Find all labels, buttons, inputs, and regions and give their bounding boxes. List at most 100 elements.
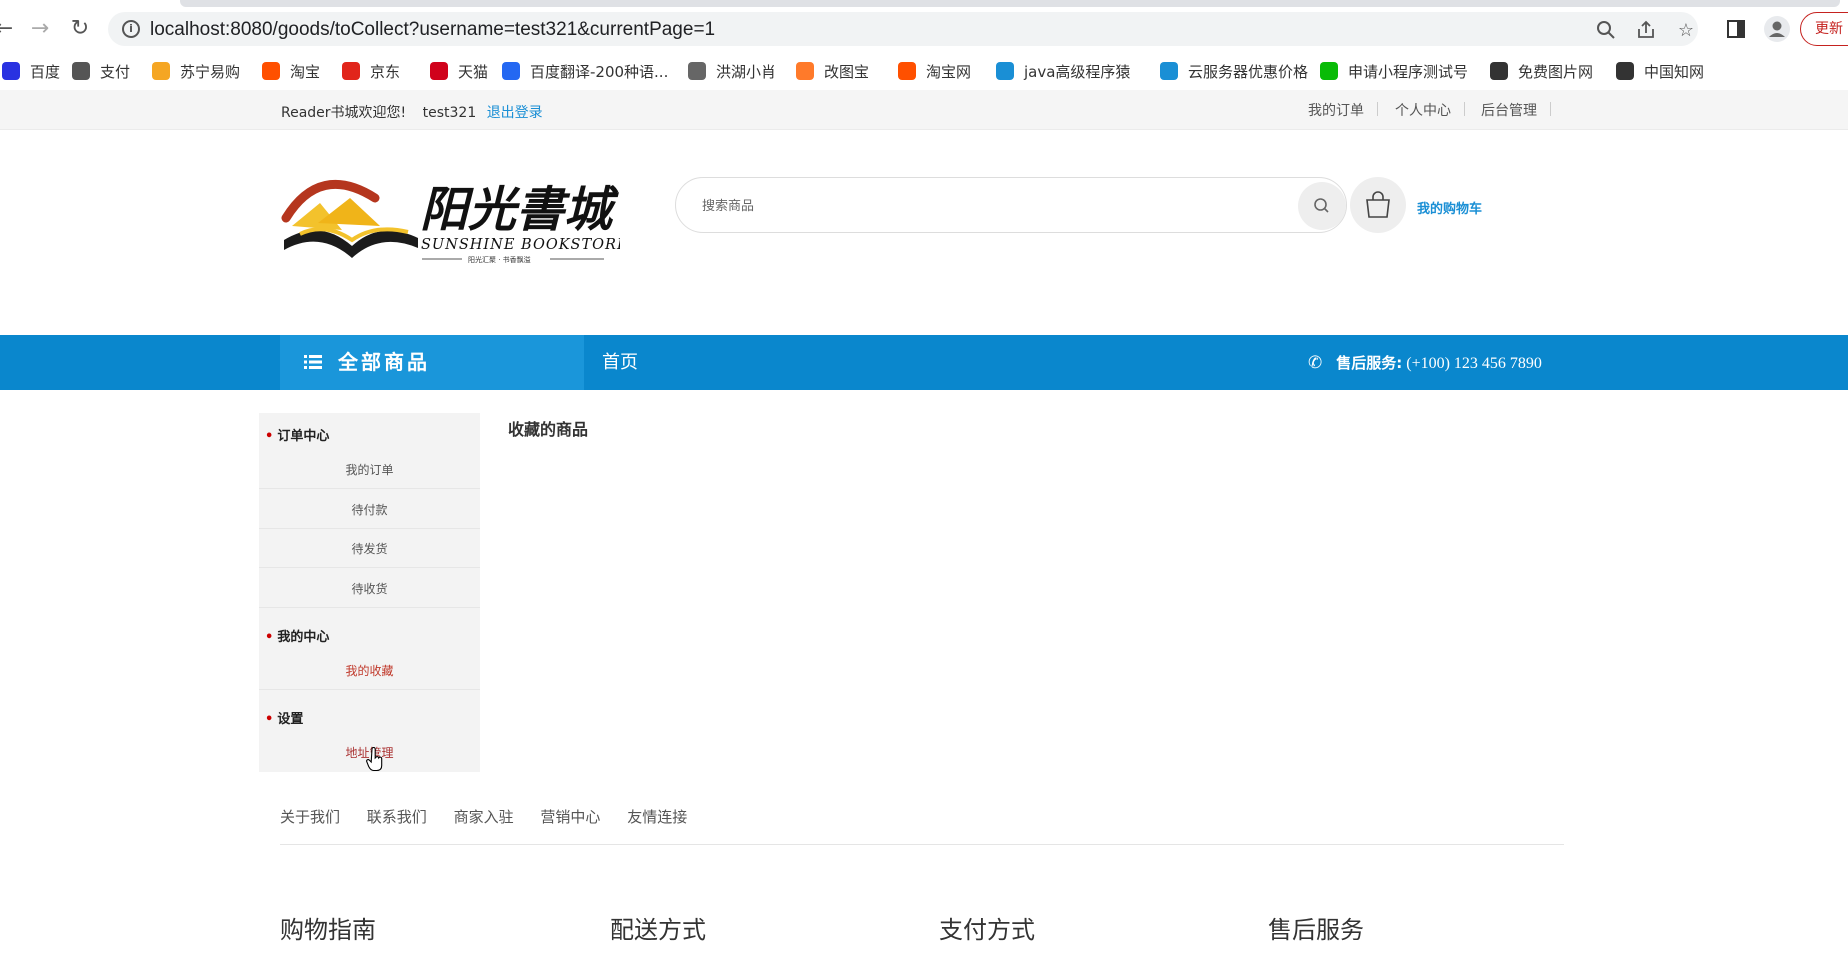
bookmark-item[interactable]: 京东 [342, 60, 400, 84]
bookmark-favicon-icon [898, 62, 916, 80]
bookmark-label: 中国知网 [1644, 63, 1705, 81]
forward-icon[interactable]: → [28, 17, 52, 41]
bookmark-favicon-icon [996, 62, 1014, 80]
home-link[interactable]: 首页 [602, 335, 638, 390]
site-info-icon[interactable]: i [122, 20, 140, 38]
bookmark-favicon-icon [1160, 62, 1178, 80]
search-input[interactable] [702, 195, 1262, 217]
username: test321 [422, 105, 477, 121]
footer-link-friends[interactable]: 友情连接 [627, 808, 687, 826]
bookmark-item[interactable]: 云服务器优惠价格 [1160, 60, 1308, 84]
logout-link[interactable]: 退出登录 [487, 105, 543, 121]
bullet-icon: • [265, 429, 274, 444]
sidebar-item-my-orders[interactable]: 我的订单 [259, 451, 480, 489]
bookmark-item[interactable]: 淘宝 [262, 60, 320, 84]
bookmark-favicon-icon [342, 62, 360, 80]
bookmark-item[interactable]: java高级程序猿 [996, 60, 1130, 84]
bookmark-label: 申请小程序测试号 [1348, 63, 1469, 81]
all-goods-menu[interactable]: 全部商品 [280, 335, 584, 390]
bookmark-favicon-icon [796, 62, 814, 80]
bookmark-label: 淘宝 [290, 63, 321, 81]
sidebar-section-my-center: • 我的中心 [265, 626, 329, 645]
bookmark-star-icon[interactable]: ☆ [1675, 20, 1697, 42]
bookmark-label: 改图宝 [824, 63, 870, 81]
divider [1550, 102, 1551, 116]
footer-link-contact[interactable]: 联系我们 [367, 808, 427, 826]
service-phone: (+100) 123 456 7890 [1406, 355, 1542, 372]
footer-heading-payment: 支付方式 [939, 916, 1035, 944]
bookmark-favicon-icon [2, 62, 20, 80]
shopping-bag-icon [1366, 191, 1390, 218]
cart-link[interactable]: 我的购物车 [1417, 198, 1482, 217]
bookmark-label: 洪湖小肖 [716, 63, 777, 81]
share-icon[interactable] [1635, 20, 1657, 42]
my-orders-link[interactable]: 我的订单 [1308, 100, 1364, 120]
cart-button[interactable] [1350, 177, 1406, 233]
bookmark-favicon-icon [502, 62, 520, 80]
bookmark-label: 京东 [370, 63, 401, 81]
bookmark-favicon-icon [430, 62, 448, 80]
bookmark-item[interactable]: 天猫 [430, 60, 488, 84]
divider [1464, 102, 1465, 116]
back-icon[interactable]: ← [0, 17, 16, 41]
all-goods-label: 全部商品 [338, 350, 430, 374]
zoom-icon[interactable] [1595, 20, 1617, 42]
tab-strip [180, 0, 1840, 7]
phone-icon: ✆ [1308, 353, 1323, 372]
admin-link[interactable]: 后台管理 [1481, 100, 1537, 120]
bookmark-item[interactable]: 支付 [72, 60, 130, 84]
user-sidebar: • 订单中心 我的订单 待付款 待发货 待收货 • 我的中心 我的收藏 • 设置 地址… [259, 413, 480, 772]
divider [1377, 102, 1378, 116]
footer-link-marketing[interactable]: 营销中心 [540, 808, 600, 826]
bookmark-favicon-icon [152, 62, 170, 80]
sidebar-section-orders: • 订单中心 [265, 425, 329, 444]
address-bar[interactable]: i localhost:8080/goods/toCollect?usernam… [108, 12, 1698, 46]
welcome-message: Reader书城欢迎您! [281, 105, 407, 121]
section-title: 订单中心 [277, 429, 330, 444]
sidebar-section-settings: • 设置 [265, 708, 303, 727]
update-button[interactable]: 更新 [1800, 12, 1848, 46]
bookmark-item[interactable]: 免费图片网 [1490, 60, 1593, 84]
bookmark-label: 淘宝网 [926, 63, 972, 81]
after-sales-service: ✆ 售后服务: (+100) 123 456 7890 [1308, 335, 1542, 391]
welcome-text: Reader书城欢迎您! test321 退出登录 [281, 102, 543, 122]
footer-link-merchant[interactable]: 商家入驻 [454, 808, 514, 826]
sidebar-item-pending-shipment[interactable]: 待发货 [259, 530, 480, 568]
footer-link-about[interactable]: 关于我们 [280, 808, 340, 826]
footer-heading-shopping-guide: 购物指南 [280, 916, 376, 944]
hand-cursor-icon [366, 747, 383, 772]
bookmark-item[interactable]: 中国知网 [1616, 60, 1704, 84]
search-button[interactable] [1298, 182, 1346, 230]
bookmark-favicon-icon [72, 62, 90, 80]
bookmark-label: 百度翻译-200种语... [530, 63, 669, 81]
reload-icon[interactable]: ↻ [68, 17, 92, 41]
section-title: 我的中心 [277, 630, 330, 645]
bookmark-item[interactable]: 百度翻译-200种语... [502, 60, 668, 84]
logo-subtitle: SUNSHINE BOOKSTORE [421, 237, 620, 253]
bookmark-label: 支付 [100, 63, 131, 81]
bullet-icon: • [265, 712, 274, 727]
bookmark-item[interactable]: 洪湖小肖 [688, 60, 776, 84]
sidebar-item-my-favorites[interactable]: 我的收藏 [259, 652, 480, 690]
list-icon [304, 355, 322, 369]
url-text[interactable]: localhost:8080/goods/toCollect?username=… [150, 19, 715, 41]
site-logo[interactable]: 阳光書城 SUNSHINE BOOKSTORE 阳光汇聚 · 书香飘溢 [280, 168, 628, 268]
bookmark-item[interactable]: 申请小程序测试号 [1320, 60, 1468, 84]
bookmark-label: 云服务器优惠价格 [1188, 63, 1309, 81]
service-label: 售后服务: [1336, 354, 1403, 372]
footer-heading-delivery: 配送方式 [610, 916, 706, 944]
profile-avatar-icon[interactable] [1764, 16, 1790, 42]
sidebar-item-pending-payment[interactable]: 待付款 [259, 491, 480, 529]
bookmark-item[interactable]: 改图宝 [796, 60, 869, 84]
bookmark-item[interactable]: 淘宝网 [898, 60, 971, 84]
personal-center-link[interactable]: 个人中心 [1395, 100, 1451, 120]
bookmark-item[interactable]: 苏宁易购 [152, 60, 240, 84]
bookmark-item[interactable]: 百度 [2, 60, 60, 84]
section-title: 设置 [277, 712, 304, 727]
sidebar-item-pending-receipt[interactable]: 待收货 [259, 570, 480, 608]
bookmark-favicon-icon [1320, 62, 1338, 80]
side-panel-icon[interactable] [1725, 20, 1747, 42]
footer-links: 关于我们 联系我们 商家入驻 营销中心 友情连接 [280, 806, 687, 827]
bookmark-label: 苏宁易购 [180, 63, 241, 81]
logo-title: 阳光書城 [420, 182, 619, 238]
